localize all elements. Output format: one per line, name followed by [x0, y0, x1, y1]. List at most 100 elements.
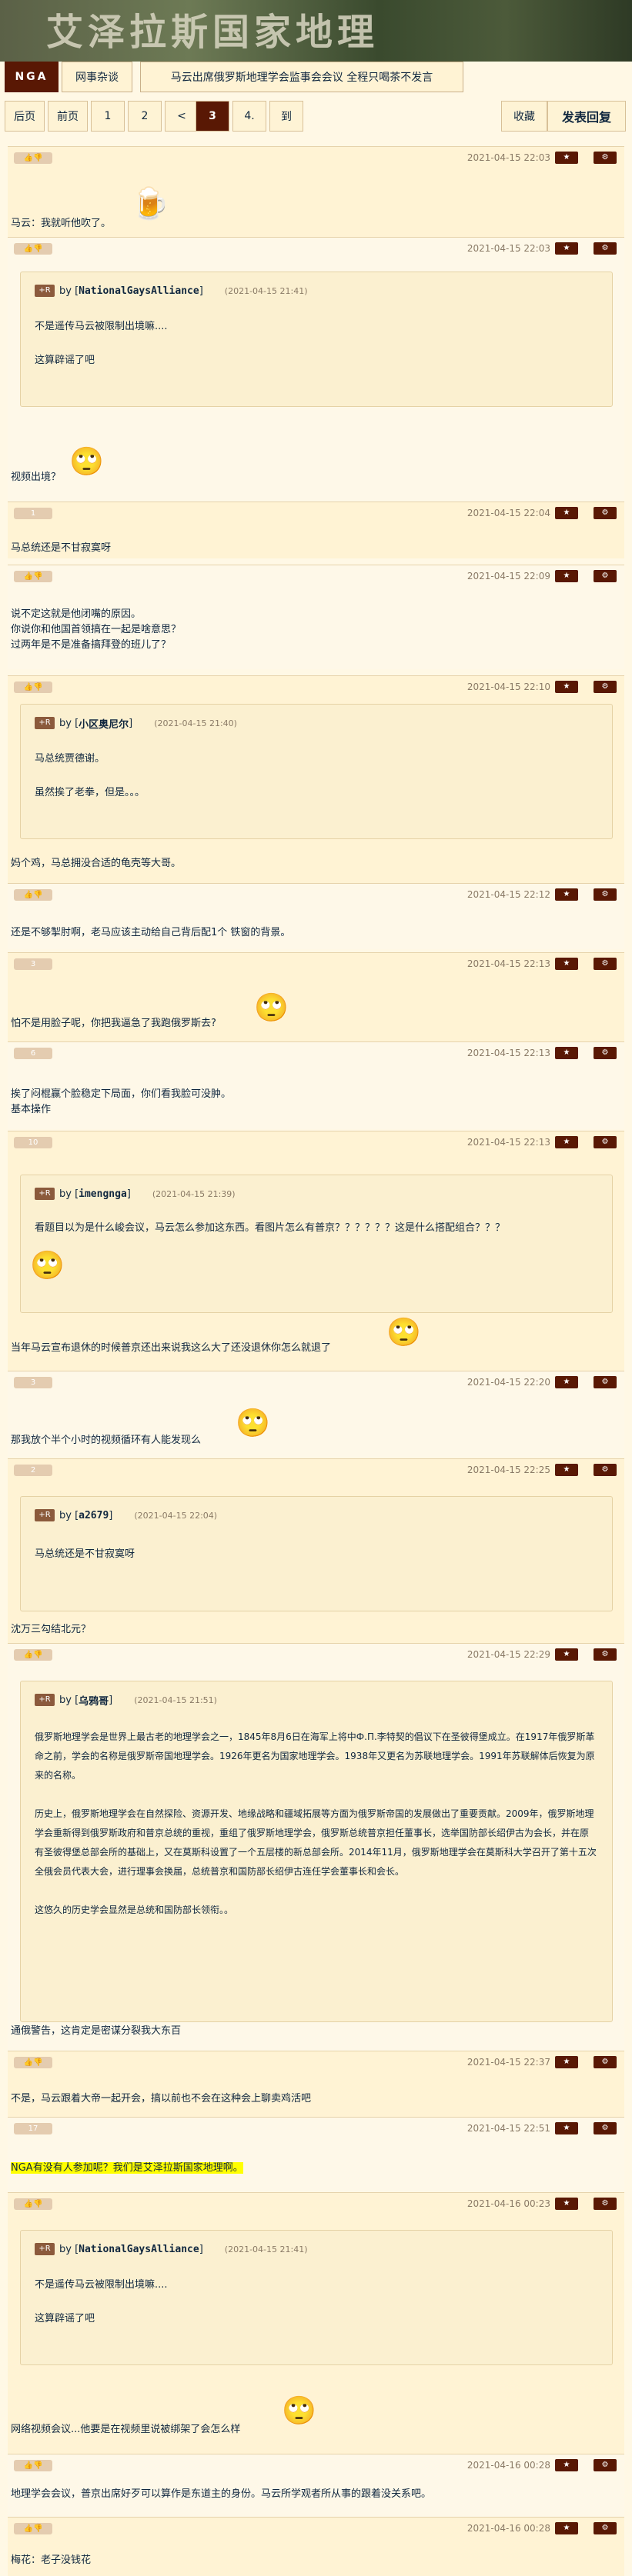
- star-icon[interactable]: ★: [555, 1464, 578, 1476]
- like-badge[interactable]: 👍👎: [14, 2460, 52, 2471]
- quote-time: (2021-04-15 21:40): [154, 718, 237, 728]
- page-button[interactable]: 1: [91, 101, 125, 132]
- reply-tag: +R: [35, 1188, 55, 1200]
- star-icon[interactable]: ★: [555, 1376, 578, 1388]
- star-icon[interactable]: ★: [555, 1648, 578, 1661]
- jump-page-button[interactable]: 到: [269, 101, 303, 132]
- gear-icon[interactable]: ⚙: [594, 242, 617, 255]
- gear-icon[interactable]: ⚙: [594, 570, 617, 582]
- quote-username[interactable]: 乌鸦哥: [79, 1693, 109, 1708]
- current-page-button[interactable]: 3: [196, 101, 229, 132]
- like-badge[interactable]: 👍👎: [14, 243, 52, 255]
- gear-icon[interactable]: ⚙: [594, 2522, 617, 2534]
- quote-time: (2021-04-15 21:39): [152, 1188, 236, 1199]
- gear-icon[interactable]: ⚙: [594, 2122, 617, 2134]
- like-badge[interactable]: 👍👎: [14, 571, 52, 582]
- gear-icon[interactable]: ⚙: [594, 888, 617, 901]
- post-text: 梅花：老子没钱花: [11, 2554, 92, 2566]
- post: 3 2021-04-15 22:13 ★ ⚙ 怕不是用脸子呢，你把我逼急了我跑俄罗斯去…: [8, 952, 624, 1041]
- like-badge[interactable]: 3: [14, 1377, 52, 1388]
- post-text: 马云：我就听他吹了。: [11, 218, 112, 229]
- star-icon[interactable]: ★: [555, 570, 578, 582]
- sticker-icon: 🙄: [282, 2395, 316, 2427]
- back-page-button[interactable]: 后页: [5, 101, 45, 132]
- star-icon[interactable]: ★: [555, 958, 578, 970]
- nga-logo-button[interactable]: NGA: [5, 62, 59, 92]
- post-text: 通俄警告，这肯定是密谋分裂我大东百: [11, 2025, 182, 2037]
- post-time: 2021-04-15 22:10: [466, 681, 550, 692]
- like-badge[interactable]: 👍👎: [14, 152, 52, 164]
- like-badge[interactable]: 👍👎: [14, 2523, 52, 2534]
- like-badge[interactable]: 17: [14, 2123, 52, 2134]
- beer-emoji-icon: 🍺: [131, 186, 169, 222]
- reply-tag: +R: [35, 717, 55, 729]
- gear-icon[interactable]: ⚙: [594, 2459, 617, 2471]
- favorite-button[interactable]: 收藏: [501, 101, 547, 132]
- star-icon[interactable]: ★: [555, 888, 578, 901]
- quote-username[interactable]: a2679: [79, 1510, 109, 1521]
- star-icon[interactable]: ★: [555, 242, 578, 255]
- post-time: 2021-04-15 22:13: [466, 1137, 550, 1148]
- forum-link[interactable]: 网事杂谈: [62, 62, 132, 92]
- star-icon[interactable]: ★: [555, 2459, 578, 2471]
- gear-icon[interactable]: ⚙: [594, 2198, 617, 2210]
- quote-text: 俄罗斯地理学会是世界上最古老的地理学会之一，1845年8月6日在海军上将中Ф.П…: [35, 1731, 597, 1915]
- like-badge[interactable]: 2: [14, 1465, 52, 1476]
- reply-button[interactable]: 发表回复: [547, 101, 626, 132]
- post-time: 2021-04-16 00:28: [466, 2460, 550, 2471]
- reply-tag: +R: [35, 285, 55, 297]
- quote-text: 不是遥传马云被限制出境嘛.... 这算辟谣了吧: [35, 2279, 168, 2324]
- star-icon[interactable]: ★: [555, 2056, 578, 2068]
- gear-icon[interactable]: ⚙: [594, 1047, 617, 1059]
- prev-page-button[interactable]: 前页: [48, 101, 88, 132]
- star-icon[interactable]: ★: [555, 507, 578, 519]
- quote-text: 马总统贾德谢。 虽然挨了老拳，但是。。。: [35, 753, 145, 798]
- star-icon[interactable]: ★: [555, 2122, 578, 2134]
- star-icon[interactable]: ★: [555, 681, 578, 693]
- quote-username[interactable]: NationalGaysAlliance: [79, 2244, 199, 2255]
- gear-icon[interactable]: ⚙: [594, 958, 617, 970]
- quote-block: +R by [a2679] (2021-04-15 22:04) 马总统还是不甘寂寞…: [20, 1496, 613, 1611]
- quote-block: +R by [NationalGaysAlliance] (2021-04-15 2…: [20, 272, 613, 407]
- like-badge[interactable]: 1: [14, 508, 52, 519]
- star-icon[interactable]: ★: [555, 2522, 578, 2534]
- like-badge[interactable]: 👍👎: [14, 681, 52, 693]
- quote-time: (2021-04-15 21:41): [224, 285, 308, 296]
- sticker-icon: 🙄: [236, 1408, 270, 1439]
- gear-icon[interactable]: ⚙: [594, 1648, 617, 1661]
- gear-icon[interactable]: ⚙: [594, 1464, 617, 1476]
- quote-time: (2021-04-15 21:51): [134, 1695, 217, 1705]
- quote-username[interactable]: NationalGaysAlliance: [79, 285, 199, 297]
- like-badge[interactable]: 6: [14, 1048, 52, 1059]
- post-time: 2021-04-15 22:20: [466, 1377, 550, 1388]
- gear-icon[interactable]: ⚙: [594, 507, 617, 519]
- star-icon[interactable]: ★: [555, 1047, 578, 1059]
- thread-title-link[interactable]: 马云出席俄罗斯地理学会监事会会议 全程只喝茶不发言: [140, 62, 463, 92]
- like-badge[interactable]: 10: [14, 1137, 52, 1148]
- like-badge[interactable]: 👍👎: [14, 1649, 52, 1661]
- gear-icon[interactable]: ⚙: [594, 1376, 617, 1388]
- gear-icon[interactable]: ⚙: [594, 152, 617, 164]
- post: 👍👎 2021-04-16 00:28 ★ ⚙ 梅花：老子没钱花: [8, 2517, 624, 2576]
- like-badge[interactable]: 👍👎: [14, 2198, 52, 2210]
- gear-icon[interactable]: ⚙: [594, 681, 617, 693]
- star-icon[interactable]: ★: [555, 2198, 578, 2210]
- quote-username[interactable]: 小区奥尼尔: [79, 716, 129, 731]
- pagination-bar: 后页 前页 1 2 < 3 4. 到 收藏 发表回复: [0, 98, 632, 137]
- sticker-icon: 🙄: [30, 1250, 65, 1281]
- page-button[interactable]: 4.: [232, 101, 266, 132]
- star-icon[interactable]: ★: [555, 152, 578, 164]
- post-text: 妈个鸡，马总拥没合适的龟壳等大哥。: [11, 858, 182, 869]
- quote-username[interactable]: imengnga: [79, 1188, 127, 1200]
- post: 👍👎 2021-04-15 22:12 ★ ⚙ 还是不够掣肘啊，老马应该主动给自己背后…: [8, 883, 624, 949]
- gear-icon[interactable]: ⚙: [594, 2056, 617, 2068]
- page-button[interactable]: 2: [128, 101, 162, 132]
- post-text: 说不定这就是他闭嘴的原因。 你说你和他国首领搞在一起是啥意思？ 过两年是不是准备…: [11, 608, 182, 651]
- like-badge[interactable]: 👍👎: [14, 889, 52, 901]
- star-icon[interactable]: ★: [555, 1136, 578, 1148]
- like-badge[interactable]: 👍👎: [14, 2057, 52, 2068]
- like-badge[interactable]: 3: [14, 958, 52, 970]
- page-button[interactable]: <: [165, 101, 199, 132]
- gear-icon[interactable]: ⚙: [594, 1136, 617, 1148]
- quote-block: +R by [imengnga] (2021-04-15 21:39) 看题目以为是…: [20, 1175, 613, 1313]
